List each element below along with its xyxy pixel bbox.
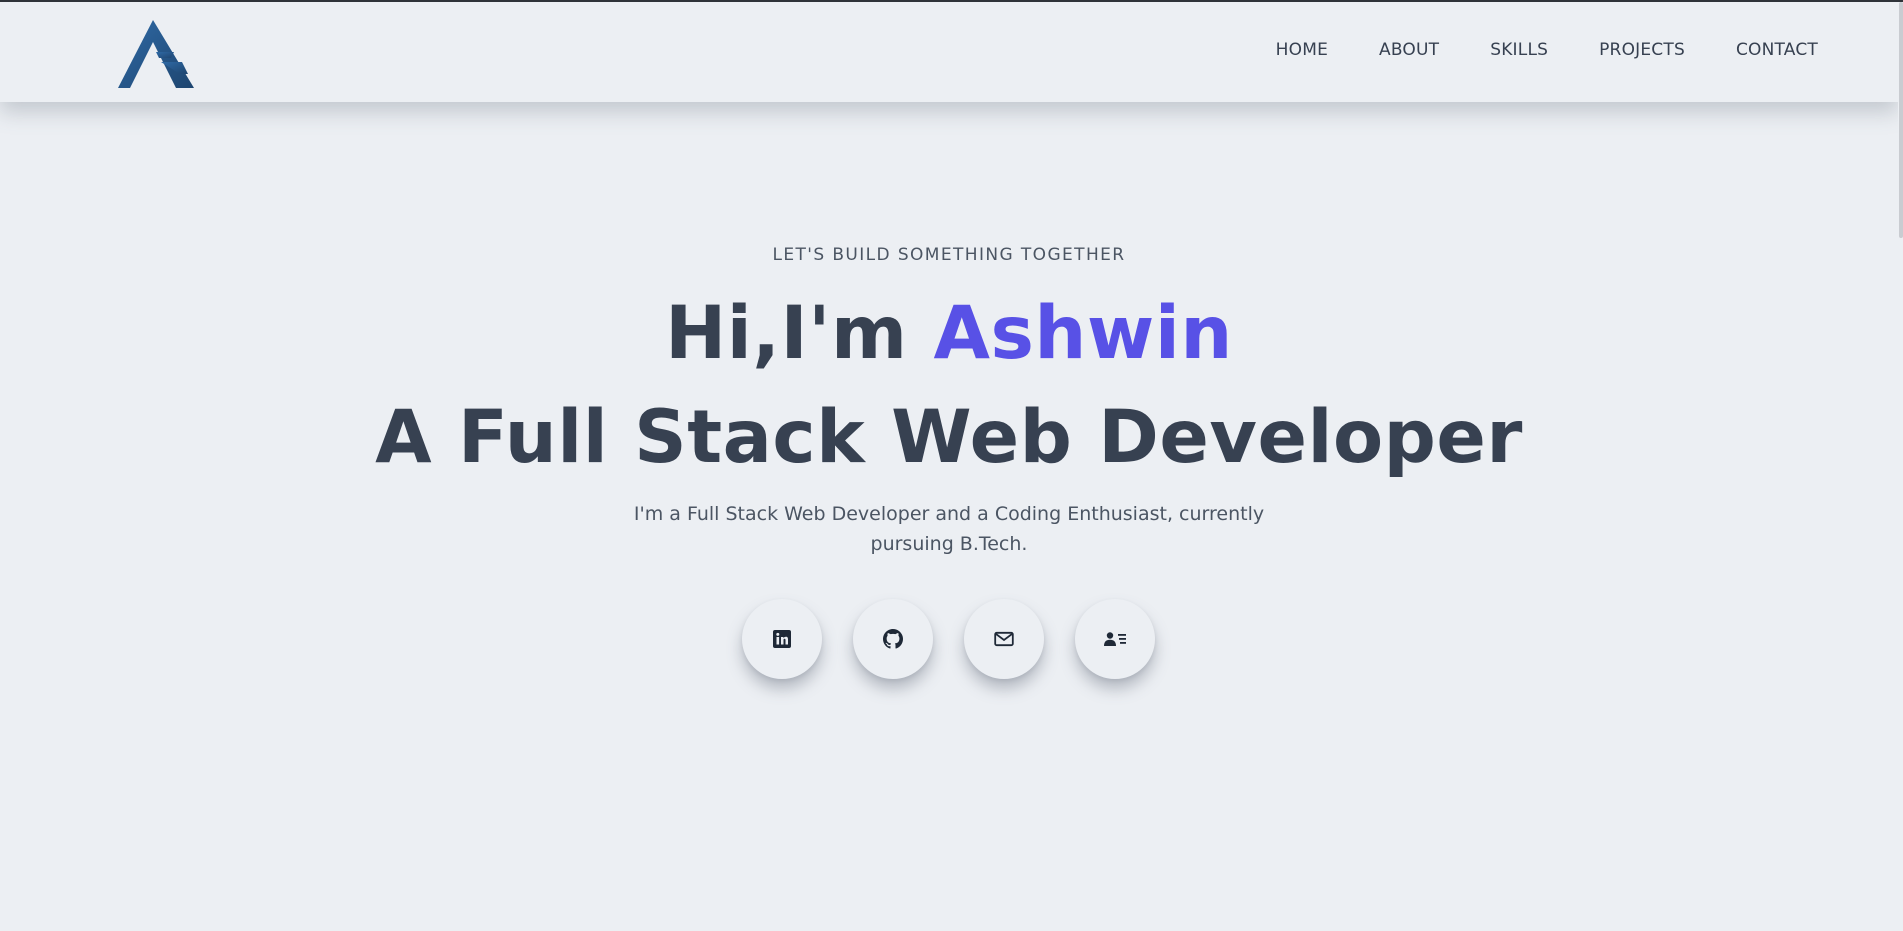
page: HOME ABOUT SKILLS PROJECTS CONTACT LET'S… [0, 0, 1903, 931]
scrollbar-thumb[interactable] [1899, 2, 1903, 238]
social-links [742, 599, 1155, 679]
contact-card-icon [1104, 632, 1126, 646]
hero-section: LET'S BUILD SOMETHING TOGETHER Hi,I'm As… [0, 102, 1898, 931]
nav-contact[interactable]: CONTACT [1736, 40, 1818, 60]
hero-headline: Hi,I'm Ashwin A Full Stack Web Developer [0, 282, 1898, 490]
mail-icon [994, 631, 1014, 647]
linkedin-icon [773, 630, 791, 648]
scrollbar[interactable] [1898, 2, 1903, 931]
logo[interactable] [116, 18, 198, 90]
linkedin-button[interactable] [742, 599, 822, 679]
contact-card-button[interactable] [1075, 599, 1155, 679]
hero-eyebrow: LET'S BUILD SOMETHING TOGETHER [772, 245, 1126, 265]
main-nav: HOME ABOUT SKILLS PROJECTS CONTACT [1276, 40, 1818, 60]
nav-projects[interactable]: PROJECTS [1599, 40, 1685, 60]
nav-skills[interactable]: SKILLS [1490, 40, 1548, 60]
hero-greeting: Hi,I'm [665, 291, 934, 376]
nav-about[interactable]: ABOUT [1379, 40, 1439, 60]
mail-button[interactable] [964, 599, 1044, 679]
nav-home[interactable]: HOME [1276, 40, 1328, 60]
github-button[interactable] [853, 599, 933, 679]
logo-icon [118, 20, 194, 88]
github-icon [883, 629, 903, 649]
hero-role: A Full Stack Web Developer [375, 395, 1523, 480]
hero-name: Ashwin [933, 291, 1233, 376]
hero-tagline: I'm a Full Stack Web Developer and a Cod… [633, 503, 1265, 555]
site-header: HOME ABOUT SKILLS PROJECTS CONTACT [0, 2, 1898, 102]
